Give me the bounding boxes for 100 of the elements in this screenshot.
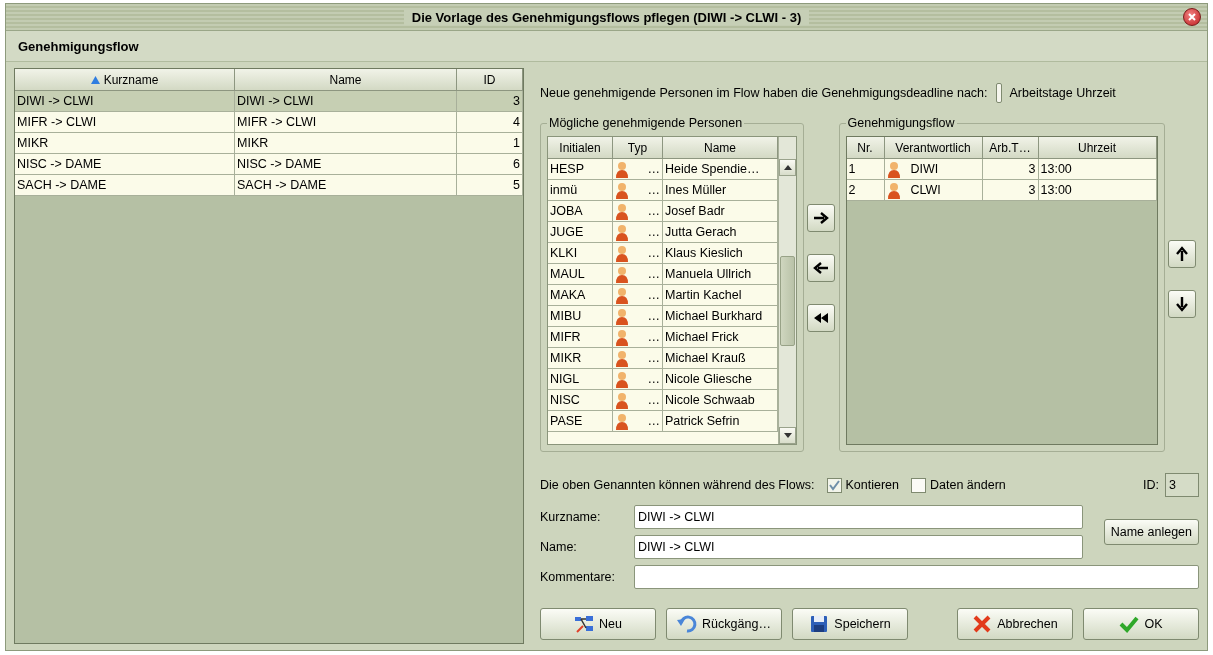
table-row[interactable]: MAUL … Manuela Ullrich xyxy=(548,264,778,285)
table-cell: PASE xyxy=(548,411,613,432)
table-row[interactable]: JUGE … Jutta Gerach xyxy=(548,222,778,243)
scroll-thumb[interactable] xyxy=(780,256,795,346)
type-text: … xyxy=(647,162,660,176)
column-header[interactable]: ID xyxy=(457,69,523,91)
scrollbar[interactable] xyxy=(778,137,796,444)
table-row[interactable]: JOBA … Josef Badr xyxy=(548,201,778,222)
table-row[interactable]: NISC … Nicole Schwaab xyxy=(548,390,778,411)
column-header[interactable]: Typ xyxy=(613,137,663,159)
table-cell: SACH -> DAME xyxy=(15,175,235,196)
field-label: Kommentare: xyxy=(540,570,617,584)
undo-icon xyxy=(677,614,698,634)
transfer-button[interactable] xyxy=(807,204,836,232)
scroll-up-icon xyxy=(783,165,792,170)
arrow-right-icon xyxy=(813,210,830,226)
type-text: … xyxy=(647,414,660,428)
id-label: ID: xyxy=(1143,478,1159,492)
table-cell: 2 xyxy=(846,180,885,201)
type-text: … xyxy=(647,204,660,218)
deadline-option-label: Arbeitstage Uhrzeit xyxy=(1009,86,1116,100)
table-row[interactable]: MIKR … Michael Krauß xyxy=(548,348,778,369)
group-title: Genehmigungsflow xyxy=(846,116,956,130)
person-icon xyxy=(615,181,629,199)
type-text: … xyxy=(647,288,660,302)
action-button[interactable]: OK xyxy=(1083,608,1199,640)
permissions-label: Die oben Genannten können während des Flows: xyxy=(540,478,815,492)
person-icon xyxy=(615,349,629,367)
narrow-field[interactable] xyxy=(995,83,1002,103)
table-row[interactable]: HESP … Heide Spendie… xyxy=(548,159,778,180)
table-row[interactable]: 1 DIWI 3 13:00 xyxy=(846,159,1157,180)
table-cell: 13:00 xyxy=(1038,180,1157,201)
move-button[interactable] xyxy=(1167,240,1196,268)
checkbox[interactable] xyxy=(826,477,842,493)
table-row[interactable]: MIFR … Michael Frick xyxy=(548,327,778,348)
person-icon xyxy=(615,160,629,178)
transfer-button[interactable] xyxy=(807,254,836,282)
person-icon xyxy=(615,286,629,304)
move-button[interactable] xyxy=(1167,290,1196,318)
double-triangle-left-icon xyxy=(813,310,830,326)
input-field[interactable]: DIWI -> CLWI xyxy=(634,505,1083,529)
column-header[interactable]: Name xyxy=(235,69,457,91)
person-icon xyxy=(615,328,629,346)
field-label: Name: xyxy=(540,540,578,554)
table-row[interactable]: KLKI … Klaus Kieslich xyxy=(548,243,778,264)
table-row[interactable]: MAKA … Martin Kachel xyxy=(548,285,778,306)
person-text: DIWI xyxy=(910,162,939,176)
person-icon xyxy=(615,265,629,283)
table-row[interactable]: inmü … Ines Müller xyxy=(548,180,778,201)
person-text: CLWI xyxy=(910,183,941,197)
window-title: Die Vorlage des Genehmigungsflows pflegen (DIWI -> CLWI - 3) xyxy=(403,9,810,25)
name-button[interactable]: Name anlegen xyxy=(1103,519,1199,545)
type-text: … xyxy=(647,393,660,407)
checkbox[interactable] xyxy=(911,477,926,493)
table-row[interactable]: 2 CLWI 3 13:00 xyxy=(846,180,1157,201)
type-text: … xyxy=(647,330,660,344)
column-header[interactable]: Uhrzeit xyxy=(1038,137,1157,159)
person-icon xyxy=(615,244,629,262)
table-cell: SACH -> DAME xyxy=(235,175,457,196)
column-header[interactable]: Name xyxy=(663,137,778,159)
input-field[interactable]: DIWI -> CLWI xyxy=(634,535,1083,559)
type-text: … xyxy=(647,225,660,239)
table-row[interactable]: SACH -> DAME SACH -> DAME 5 xyxy=(15,175,523,196)
action-button[interactable]: Neu xyxy=(540,608,656,640)
arrow-left-icon xyxy=(813,260,830,276)
type-text: … xyxy=(647,183,660,197)
close-button[interactable] xyxy=(1183,8,1201,26)
person-icon xyxy=(615,202,629,220)
column-header[interactable]: Kurzname xyxy=(15,69,235,91)
scroll-down-icon xyxy=(783,433,792,438)
cross-icon xyxy=(972,614,993,634)
table-row[interactable]: MIKR MIKR 1 xyxy=(15,133,523,154)
table-row[interactable]: NIGL … Nicole Gliesche xyxy=(548,369,778,390)
id-field[interactable]: 3 xyxy=(1165,473,1199,497)
table-cell: 3 xyxy=(982,180,1039,201)
table-row[interactable]: NISC -> DAME NISC -> DAME 6 xyxy=(15,154,523,175)
action-button[interactable]: Speichern xyxy=(792,608,908,640)
table-row[interactable]: PASE … Patrick Sefrin xyxy=(548,411,778,432)
table-row[interactable]: MIFR -> CLWI MIFR -> CLWI 4 xyxy=(15,112,523,133)
column-header[interactable]: Initialen xyxy=(548,137,613,159)
person-icon xyxy=(615,391,629,409)
action-button[interactable]: Rückgäng… xyxy=(666,608,782,640)
checkbox-label: Daten ändern xyxy=(930,478,1006,492)
column-header[interactable]: Verantwortlich xyxy=(884,137,983,159)
column-header[interactable]: Nr. xyxy=(846,137,885,159)
type-text: … xyxy=(647,267,660,281)
transfer-button[interactable] xyxy=(807,304,836,332)
input-field[interactable] xyxy=(634,565,1199,589)
checkmark-icon xyxy=(1119,614,1140,634)
action-button[interactable]: Abbrechen xyxy=(957,608,1073,640)
table-row[interactable]: MIBU … Michael Burkhard xyxy=(548,306,778,327)
type-text: … xyxy=(647,351,660,365)
person-icon xyxy=(886,181,901,199)
column-header[interactable]: Arb.T… xyxy=(982,137,1039,159)
arrow-up-icon xyxy=(1173,246,1190,262)
type-text: … xyxy=(647,309,660,323)
section-title: Genehmigungsflow xyxy=(18,38,139,54)
group-title: Mögliche genehmigende Personen xyxy=(548,116,744,130)
table-row[interactable]: DIWI -> CLWI DIWI -> CLWI 3 xyxy=(15,91,523,112)
person-icon xyxy=(615,370,629,388)
